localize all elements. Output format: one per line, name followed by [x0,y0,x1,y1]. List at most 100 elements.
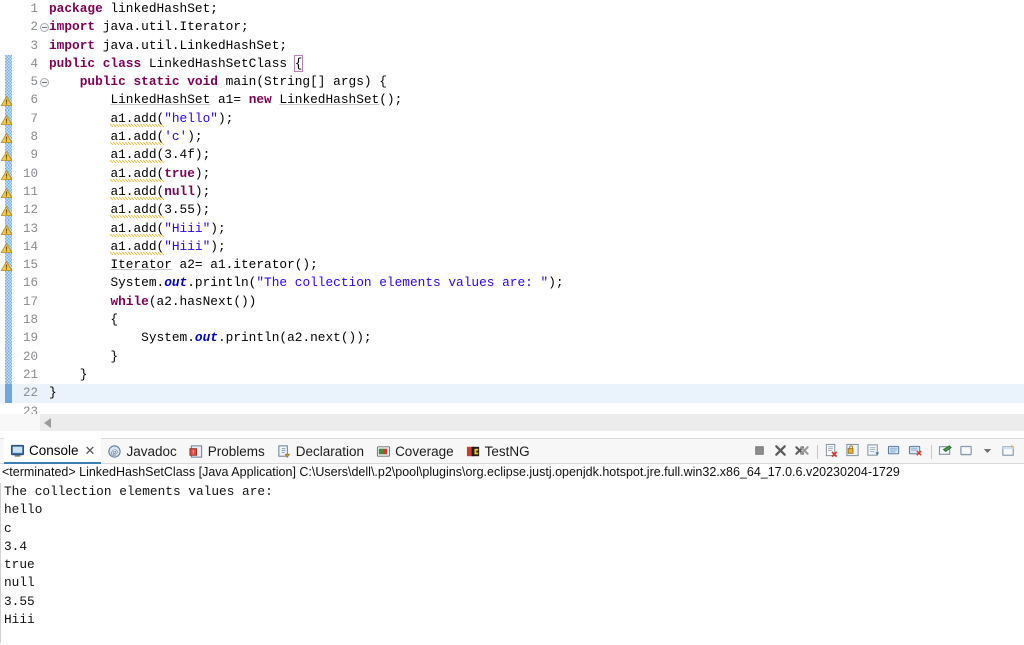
change-bar [5,73,12,92]
line-number: 22 [22,386,38,401]
warning-icon[interactable] [0,113,13,125]
warning-icon[interactable] [0,241,13,253]
editor-horizontal-scrollbar[interactable] [0,414,1024,431]
warning-icon[interactable] [0,204,13,217]
scrollbar-track[interactable] [40,414,1024,431]
console-toolbar[interactable] [750,439,1020,464]
warning-icon[interactable] [0,223,13,235]
code-text: a1.add(3.4f); [110,147,211,164]
remove-all-launches-icon[interactable] [794,443,811,460]
scroll-lock-icon[interactable] [845,443,862,460]
warning-icon[interactable] [0,131,13,143]
tab-label: Javadoc [126,444,177,459]
code-line[interactable]: 20 } [0,347,1024,366]
display-selected-console-icon[interactable] [908,443,925,460]
change-bar [5,347,12,366]
code-line[interactable]: 15 Iterator a2= a1.iterator(); [0,256,1024,275]
code-line[interactable]: 2 import java.util.Iterator; [0,18,1024,36]
warning-icon[interactable] [0,259,13,272]
code-line[interactable]: 1 package linkedHashSet; [0,0,1024,18]
code-area[interactable]: 1 package linkedHashSet; 2 import java.util… [0,0,1024,414]
close-icon[interactable]: ✕ [85,444,96,457]
code-line[interactable]: 12 a1.add(3.55); [0,201,1024,220]
tab-declaration[interactable]: Declaration [271,439,370,464]
change-bar [5,384,12,403]
view-menu-chevron-icon[interactable] [980,443,997,460]
code-text: Iterator a2= a1.iterator(); [110,257,318,273]
terminate-icon[interactable] [752,443,769,460]
code-line[interactable]: 7 a1.add("hello"); [0,109,1024,129]
fold-collapse-icon[interactable] [40,78,49,88]
scroll-left-arrow-icon[interactable] [44,418,51,428]
code-line[interactable]: 4 public class LinkedHashSetClass { [0,54,1024,74]
code-line[interactable]: 17 while(a2.hasNext()) [0,292,1024,312]
warning-icon[interactable] [0,168,13,180]
code-line[interactable]: 14 a1.add("Hiii"); [0,237,1024,257]
testng-icon [466,444,481,459]
minimize-maximize-icon[interactable] [1001,443,1018,460]
code-text: } [49,366,88,382]
warning-icon[interactable] [0,186,13,198]
code-line[interactable]: 23 [0,403,1024,414]
clear-console-icon[interactable] [824,443,841,460]
pin-console-icon[interactable] [887,443,904,460]
tab-javadoc[interactable]: @ Javadoc [101,439,182,464]
line-number: 4 [30,56,38,71]
console-output-line: 3.4 [4,538,28,554]
warning-icon[interactable] [0,149,13,162]
line-number: 19 [22,331,38,346]
code-line[interactable]: 3 import java.util.LinkedHashSet; [0,37,1024,55]
svg-text:@: @ [111,447,118,456]
code-line[interactable]: 16 System.out.println("The collection el… [0,274,1024,293]
line-number: 17 [22,294,38,309]
code-line[interactable]: 22} [0,384,1024,403]
tab-label: Problems [207,444,265,459]
warning-icon[interactable] [0,94,13,107]
code-line[interactable]: 21 } [0,365,1024,385]
view-tabs[interactable]: Console ✕ @ Javadoc! Problems Declaration Cove… [4,438,536,465]
code-line[interactable]: 11 a1.add(null); [0,182,1024,202]
code-line[interactable]: 5 public static void main(String[] args)… [0,73,1024,92]
tab-problems[interactable]: ! Problems [183,439,271,464]
code-text: a1.add(null); [110,183,211,200]
code-line[interactable]: 10 a1.add(true); [0,164,1024,183]
toolbar-separator [817,444,818,459]
code-text: LinkedHashSet a1= new LinkedHashSet(); [110,92,403,108]
tab-label: Declaration [295,444,365,459]
code-text: System.out.println(a2.next()); [141,330,372,346]
code-text: package linkedHashSet; [49,1,218,16]
change-bar [5,311,12,330]
tab-testng[interactable]: TestNG [460,439,536,464]
code-line[interactable]: 8 a1.add('c'); [0,128,1024,147]
tab-coverage[interactable]: Coverage [370,439,460,464]
line-number: 13 [22,221,38,236]
remove-launch-icon[interactable] [773,443,790,460]
tab-label: Console [29,443,79,458]
code-line[interactable]: 18 { [0,311,1024,330]
line-number: 8 [30,130,38,145]
code-text: a1.add(3.55); [110,202,211,219]
code-line[interactable]: 13 a1.add("Hiii"); [0,219,1024,238]
new-console-view-icon[interactable] [959,443,976,460]
declaration-icon [277,444,292,459]
code-line[interactable]: 19 System.out.println(a2.next()); [0,329,1024,348]
code-text: public static void main(String[] args) { [79,74,387,90]
console-icon [10,443,25,458]
console-output[interactable]: The collection elements values are: hello… [0,483,1024,643]
code-text: import java.util.Iterator; [49,19,249,35]
console-output-line: c [4,520,12,536]
svg-text:!: ! [192,449,194,456]
problems-icon: ! [189,444,204,459]
scrollbar-corner [0,414,40,431]
fold-collapse-icon[interactable] [40,23,49,33]
launch-status-text: <terminated> LinkedHashSetClass [Java Ap… [2,465,900,479]
launch-status-line: <terminated> LinkedHashSetClass [Java Ap… [0,464,1024,483]
code-line[interactable]: 6 LinkedHashSet a1= new LinkedHashSet(); [0,91,1024,110]
tab-console[interactable]: Console ✕ [4,438,102,465]
show-console-on-output-icon[interactable] [866,443,883,460]
open-console-icon[interactable] [938,443,955,460]
java-source-editor[interactable]: 1 package linkedHashSet; 2 import java.util… [0,0,1024,414]
code-line[interactable]: 9 a1.add(3.4f); [0,146,1024,165]
code-text: a1.add("Hiii"); [110,220,226,237]
change-bar [5,274,12,293]
